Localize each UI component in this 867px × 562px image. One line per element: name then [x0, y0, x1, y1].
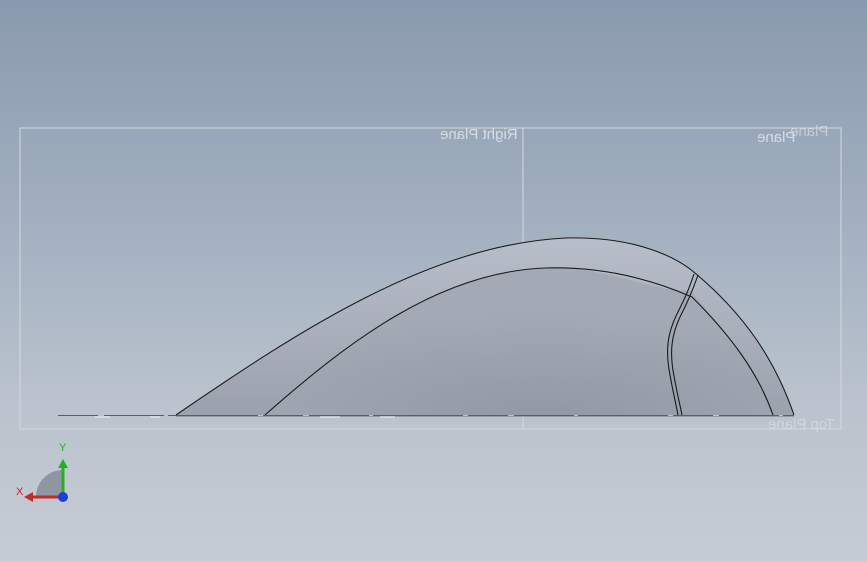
reference-triad[interactable] [24, 459, 68, 502]
right-plane-label[interactable]: Right Plane [440, 126, 518, 143]
top-plane-label[interactable]: Top Plane [768, 416, 835, 433]
triad-z-axis [58, 492, 68, 502]
triad-y-label: Y [59, 442, 67, 454]
triad-y-arrow [58, 459, 68, 468]
triad-xy-quadrant [36, 470, 63, 497]
front-plane-label-overlap: Plane [790, 123, 829, 140]
graphics-viewport[interactable]: Right Plane Plane Plane Top Plane Y X [0, 0, 867, 562]
triad-x-arrow [24, 492, 33, 502]
triad-x-label: X [16, 486, 24, 498]
model-scene[interactable] [0, 0, 867, 562]
